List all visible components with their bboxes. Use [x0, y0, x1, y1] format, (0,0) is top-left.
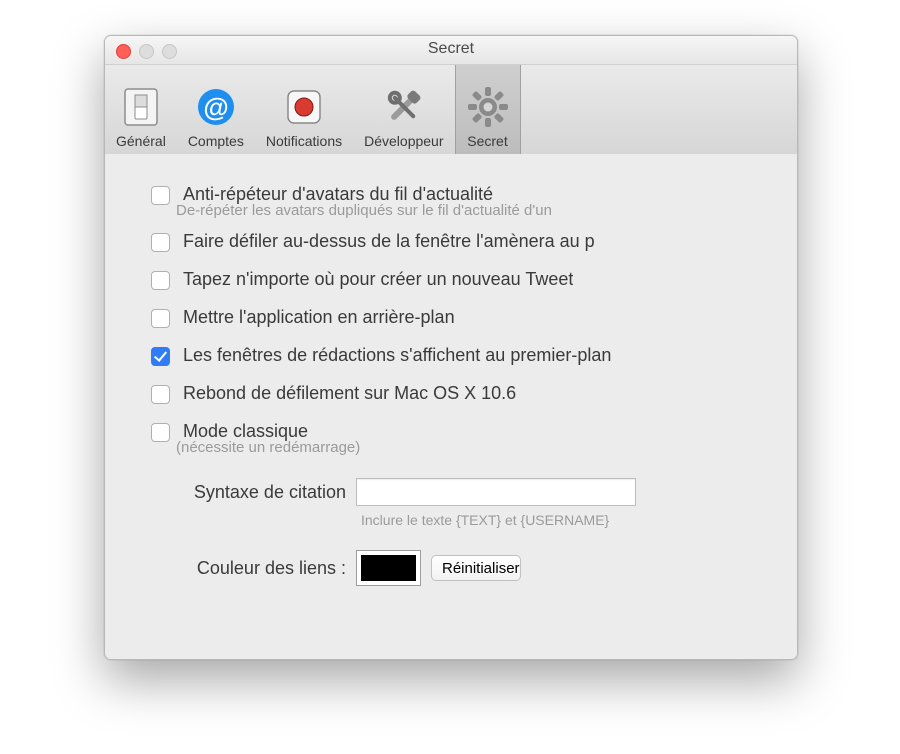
link-color-well[interactable]: [356, 550, 421, 586]
tab-label: Développeur: [364, 133, 443, 149]
tab-label: Secret: [467, 133, 507, 149]
tab-notifications[interactable]: Notifications: [255, 65, 353, 155]
tab-secret[interactable]: Secret: [455, 65, 521, 155]
classic-mode-checkbox[interactable]: [151, 423, 170, 442]
background-checkbox[interactable]: [151, 309, 170, 328]
quote-syntax-label: Syntaxe de citation: [176, 482, 346, 503]
svg-text:@: @: [203, 92, 228, 122]
preferences-toolbar: Général @ Comptes Notifications: [105, 65, 797, 156]
option-type-anywhere: Tapez n'importe où pour créer un nouveau…: [147, 269, 755, 293]
tools-icon: [382, 85, 426, 129]
quote-syntax-input[interactable]: [356, 478, 636, 506]
preferences-window: Secret Général @ Comptes: [104, 35, 798, 660]
option-background: Mettre l'application en arrière-plan: [147, 307, 755, 331]
link-color-label: Couleur des liens :: [176, 558, 346, 579]
option-label: Faire défiler au-dessus de la fenêtre l'…: [183, 231, 595, 252]
scroll-above-checkbox[interactable]: [151, 233, 170, 252]
titlebar: Secret: [105, 36, 797, 65]
secret-pane: Anti-répéteur d'avatars du fil d'actuali…: [105, 154, 797, 659]
option-scroll-above: Faire défiler au-dessus de la fenêtre l'…: [147, 231, 755, 255]
type-anywhere-checkbox[interactable]: [151, 271, 170, 290]
option-scroll-bounce: Rebond de défilement sur Mac OS X 10.6: [147, 383, 755, 407]
option-label: Les fenêtres de rédactions s'affichent a…: [183, 345, 611, 366]
window-title: Secret: [105, 40, 797, 58]
tab-general[interactable]: Général: [105, 65, 177, 155]
option-label: Rebond de défilement sur Mac OS X 10.6: [183, 383, 516, 404]
switch-icon: [119, 85, 163, 129]
color-swatch: [361, 555, 416, 581]
quote-syntax-hint: Inclure le texte {TEXT} et {USERNAME}: [361, 512, 755, 528]
option-sublabel: (nécessite un redémarrage): [176, 439, 755, 456]
option-label: Mettre l'application en arrière-plan: [183, 307, 455, 328]
link-color-row: Couleur des liens : Réinitialiser: [176, 550, 755, 586]
quote-syntax-row: Syntaxe de citation: [176, 478, 755, 506]
reset-link-color-button[interactable]: Réinitialiser: [431, 555, 521, 581]
anti-repeater-checkbox[interactable]: [151, 186, 170, 205]
tab-label: Notifications: [266, 133, 342, 149]
at-sign-icon: @: [194, 85, 238, 129]
option-compose-foreground: Les fenêtres de rédactions s'affichent a…: [147, 345, 755, 369]
record-icon: [282, 85, 326, 129]
tab-label: Général: [116, 133, 166, 149]
option-sublabel: De-répéter les avatars dupliqués sur le …: [176, 202, 755, 219]
scroll-bounce-checkbox[interactable]: [151, 385, 170, 404]
tab-accounts[interactable]: @ Comptes: [177, 65, 255, 155]
option-label: Tapez n'importe où pour créer un nouveau…: [183, 269, 573, 290]
gear-icon: [466, 85, 510, 129]
tab-developer[interactable]: Développeur: [353, 65, 454, 155]
tab-label: Comptes: [188, 133, 244, 149]
compose-foreground-checkbox[interactable]: [151, 347, 170, 366]
